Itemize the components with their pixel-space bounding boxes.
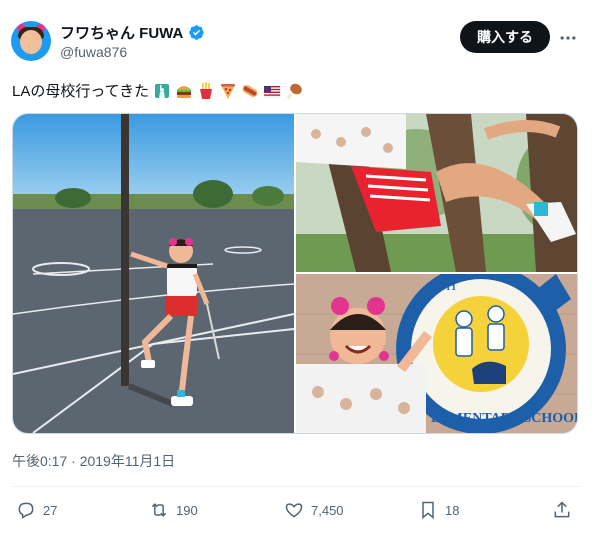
hot-dog-icon [242,84,258,97]
bookmark-icon [422,501,434,520]
pizza-icon [221,83,236,99]
basketball-court-photo[interactable] [13,114,294,433]
divider [12,486,582,487]
reply-count: 27 [43,502,58,518]
avatar[interactable] [11,21,51,61]
like-count: 7,450 [311,502,344,518]
author-handle[interactable]: @fuwa876 [60,44,127,60]
retweet-count: 190 [176,502,198,518]
tweet-timestamp[interactable]: 午後0:17 · 2019年11月1日 [12,451,175,471]
us-flag-icon [263,85,281,97]
poultry-leg-icon [287,83,302,99]
tree-climb-photo[interactable] [296,114,577,272]
share-icon [554,501,570,518]
bookmark-count: 18 [445,502,460,518]
share-button[interactable] [552,500,572,520]
avatar-face [20,30,42,54]
bookmark-button[interactable]: 18 [418,500,459,520]
reply-icon [18,502,34,519]
hamburger-icon [177,85,192,98]
mural-partial-letter: H [446,279,456,294]
heart-icon [285,503,303,518]
media-grid: H LEMENTARY SCHOOL [12,113,578,434]
tweet: フワちゃん FUWA @fuwa876 購入する LAの母校行ってきた H LE… [0,0,594,535]
display-name[interactable]: フワちゃん FUWA [60,22,183,43]
mural-school-text: LEMENTARY SCHOOL [431,411,577,426]
tweet-text-body: LAの母校行ってきた [12,83,150,100]
like-button[interactable]: 7,450 [284,500,344,520]
author-name-row: フワちゃん FUWA [60,22,205,43]
subscribe-button[interactable]: 購入する [460,21,550,53]
retweet-icon [151,503,167,517]
school-mural-photo[interactable]: H LEMENTARY SCHOOL [296,274,577,433]
verified-badge-icon [189,25,205,40]
more-options-button[interactable] [556,26,580,50]
retweet-button[interactable]: 190 [149,500,198,520]
reply-button[interactable]: 27 [16,500,57,520]
more-dots-icon [560,36,576,40]
french-fries-icon [200,81,213,99]
tweet-text: LAの母校行ってきた [12,80,303,101]
action-bar: 27 190 7,450 18 [12,498,582,528]
statue-of-liberty-icon [155,83,170,98]
